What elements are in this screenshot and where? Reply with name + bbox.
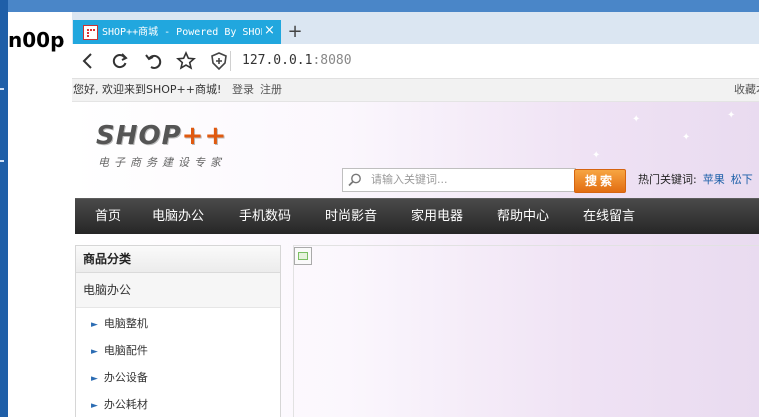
sidebar-title-text: 商品分类 [83, 252, 132, 266]
hot-keyword-link[interactable]: 苹果 [703, 173, 725, 186]
search-placeholder: 请输入关键词... [371, 173, 448, 186]
tab-title: SHOP++商城 - Powered By SHOP++ [102, 27, 262, 38]
subcategory-label: 办公耗材 [103, 398, 148, 411]
search-input[interactable]: 请输入关键词... [342, 168, 576, 192]
subcategory-label: 电脑整机 [103, 317, 148, 330]
window-brand-label: n00p [8, 28, 65, 52]
site-logo[interactable]: SHOP++ 电子商务建设专家 [96, 121, 256, 169]
subcategory-label: 办公设备 [103, 371, 148, 384]
main-content-area [293, 245, 759, 417]
subcategory-item[interactable]: ► 办公设备 [91, 369, 148, 388]
magnifier-icon [347, 172, 363, 188]
shield-icon[interactable] [209, 51, 229, 71]
logo-plus: ++ [181, 121, 228, 151]
logo-name: SHOP [96, 121, 182, 151]
welcome-message: 您好, 欢迎来到SHOP++商城! [73, 83, 222, 96]
subcategory-label: 电脑配件 [103, 344, 148, 357]
subcategory-item[interactable]: ► 电脑整机 [91, 315, 148, 334]
browser-window: SHOP++商城 - Powered By SHOP++ × + 127.0.0… [72, 12, 759, 417]
decor-sparkle: ✦ [632, 114, 641, 125]
hot-keywords-label: 热门关键词: [638, 173, 697, 186]
hot-keyword-link[interactable]: 松下 [731, 173, 753, 186]
decor-sparkle: ✦ [727, 110, 736, 121]
nav-item-fashion-av[interactable]: 时尚影音 [325, 199, 377, 234]
logo-tagline: 电子商务建设专家 [98, 156, 226, 169]
nav-item-help[interactable]: 帮助中心 [497, 199, 549, 234]
welcome-bar: 您好, 欢迎来到SHOP++商城! 登录 注册 收藏本站 [72, 79, 759, 102]
category-sidebar: 商品分类 电脑办公 ► 电脑整机 ► 电脑配件 ► 办公设备 ► 办公耗材 [75, 245, 281, 417]
subcategory-item[interactable]: ► 办公耗材 [91, 396, 148, 415]
desktop-top-strip [0, 0, 759, 12]
undo-icon[interactable] [143, 51, 163, 71]
star-icon[interactable] [176, 51, 196, 71]
favorite-link[interactable]: 收藏本站 [734, 79, 759, 101]
login-link[interactable]: 登录 [232, 79, 254, 101]
decor-sparkle: ✦ [682, 132, 691, 143]
category-label: 电脑办公 [83, 283, 132, 297]
category-computers[interactable]: 电脑办公 [76, 273, 280, 308]
register-link[interactable]: 注册 [260, 79, 282, 101]
sidebar-title: 商品分类 [76, 246, 280, 273]
nav-item-mobile[interactable]: 手机数码 [239, 199, 291, 234]
desktop-mark [0, 88, 4, 90]
nav-item-message[interactable]: 在线留言 [583, 199, 635, 234]
browser-toolbar: 127.0.0.1:8080 [72, 44, 759, 79]
broken-image-icon [294, 247, 312, 265]
address-bar[interactable]: 127.0.0.1:8080 [242, 53, 352, 69]
subcategory-item[interactable]: ► 电脑配件 [91, 342, 148, 361]
bullet-arrow-icon: ► [91, 347, 98, 357]
tab-shop[interactable]: SHOP++商城 - Powered By SHOP++ × [73, 20, 281, 44]
bullet-arrow-icon: ► [91, 374, 98, 384]
reload-icon[interactable] [110, 51, 130, 71]
search-button[interactable]: 搜索 [574, 169, 626, 193]
toolbar-divider [230, 51, 231, 71]
back-arrow-icon[interactable] [78, 51, 98, 71]
favicon-icon [83, 25, 98, 40]
bullet-arrow-icon: ► [91, 401, 98, 411]
url-port: :8080 [312, 53, 352, 68]
desktop-mark [0, 160, 4, 162]
hot-keywords: 热门关键词: 苹果 松下 [638, 170, 753, 190]
page-content: ✦ ✦ ✦ ✦ SHOP++ 电子商务建设专家 请输入关键词... 搜索 热门关… [72, 102, 759, 417]
nav-item-computers[interactable]: 电脑办公 [152, 199, 204, 234]
bullet-arrow-icon: ► [91, 320, 98, 330]
main-nav: 首页 电脑办公 手机数码 时尚影音 家用电器 帮助中心 在线留言 [75, 198, 759, 234]
tab-strip: SHOP++商城 - Powered By SHOP++ × + [72, 12, 759, 44]
new-tab-button[interactable]: + [286, 22, 304, 42]
logo-text: SHOP++ [96, 121, 227, 151]
nav-item-appliances[interactable]: 家用电器 [411, 199, 463, 234]
nav-item-home[interactable]: 首页 [95, 199, 121, 234]
url-host: 127.0.0.1 [242, 53, 313, 68]
decor-sparkle: ✦ [592, 150, 601, 161]
close-tab-icon[interactable]: × [264, 23, 275, 39]
desktop-left-strip [0, 0, 8, 417]
